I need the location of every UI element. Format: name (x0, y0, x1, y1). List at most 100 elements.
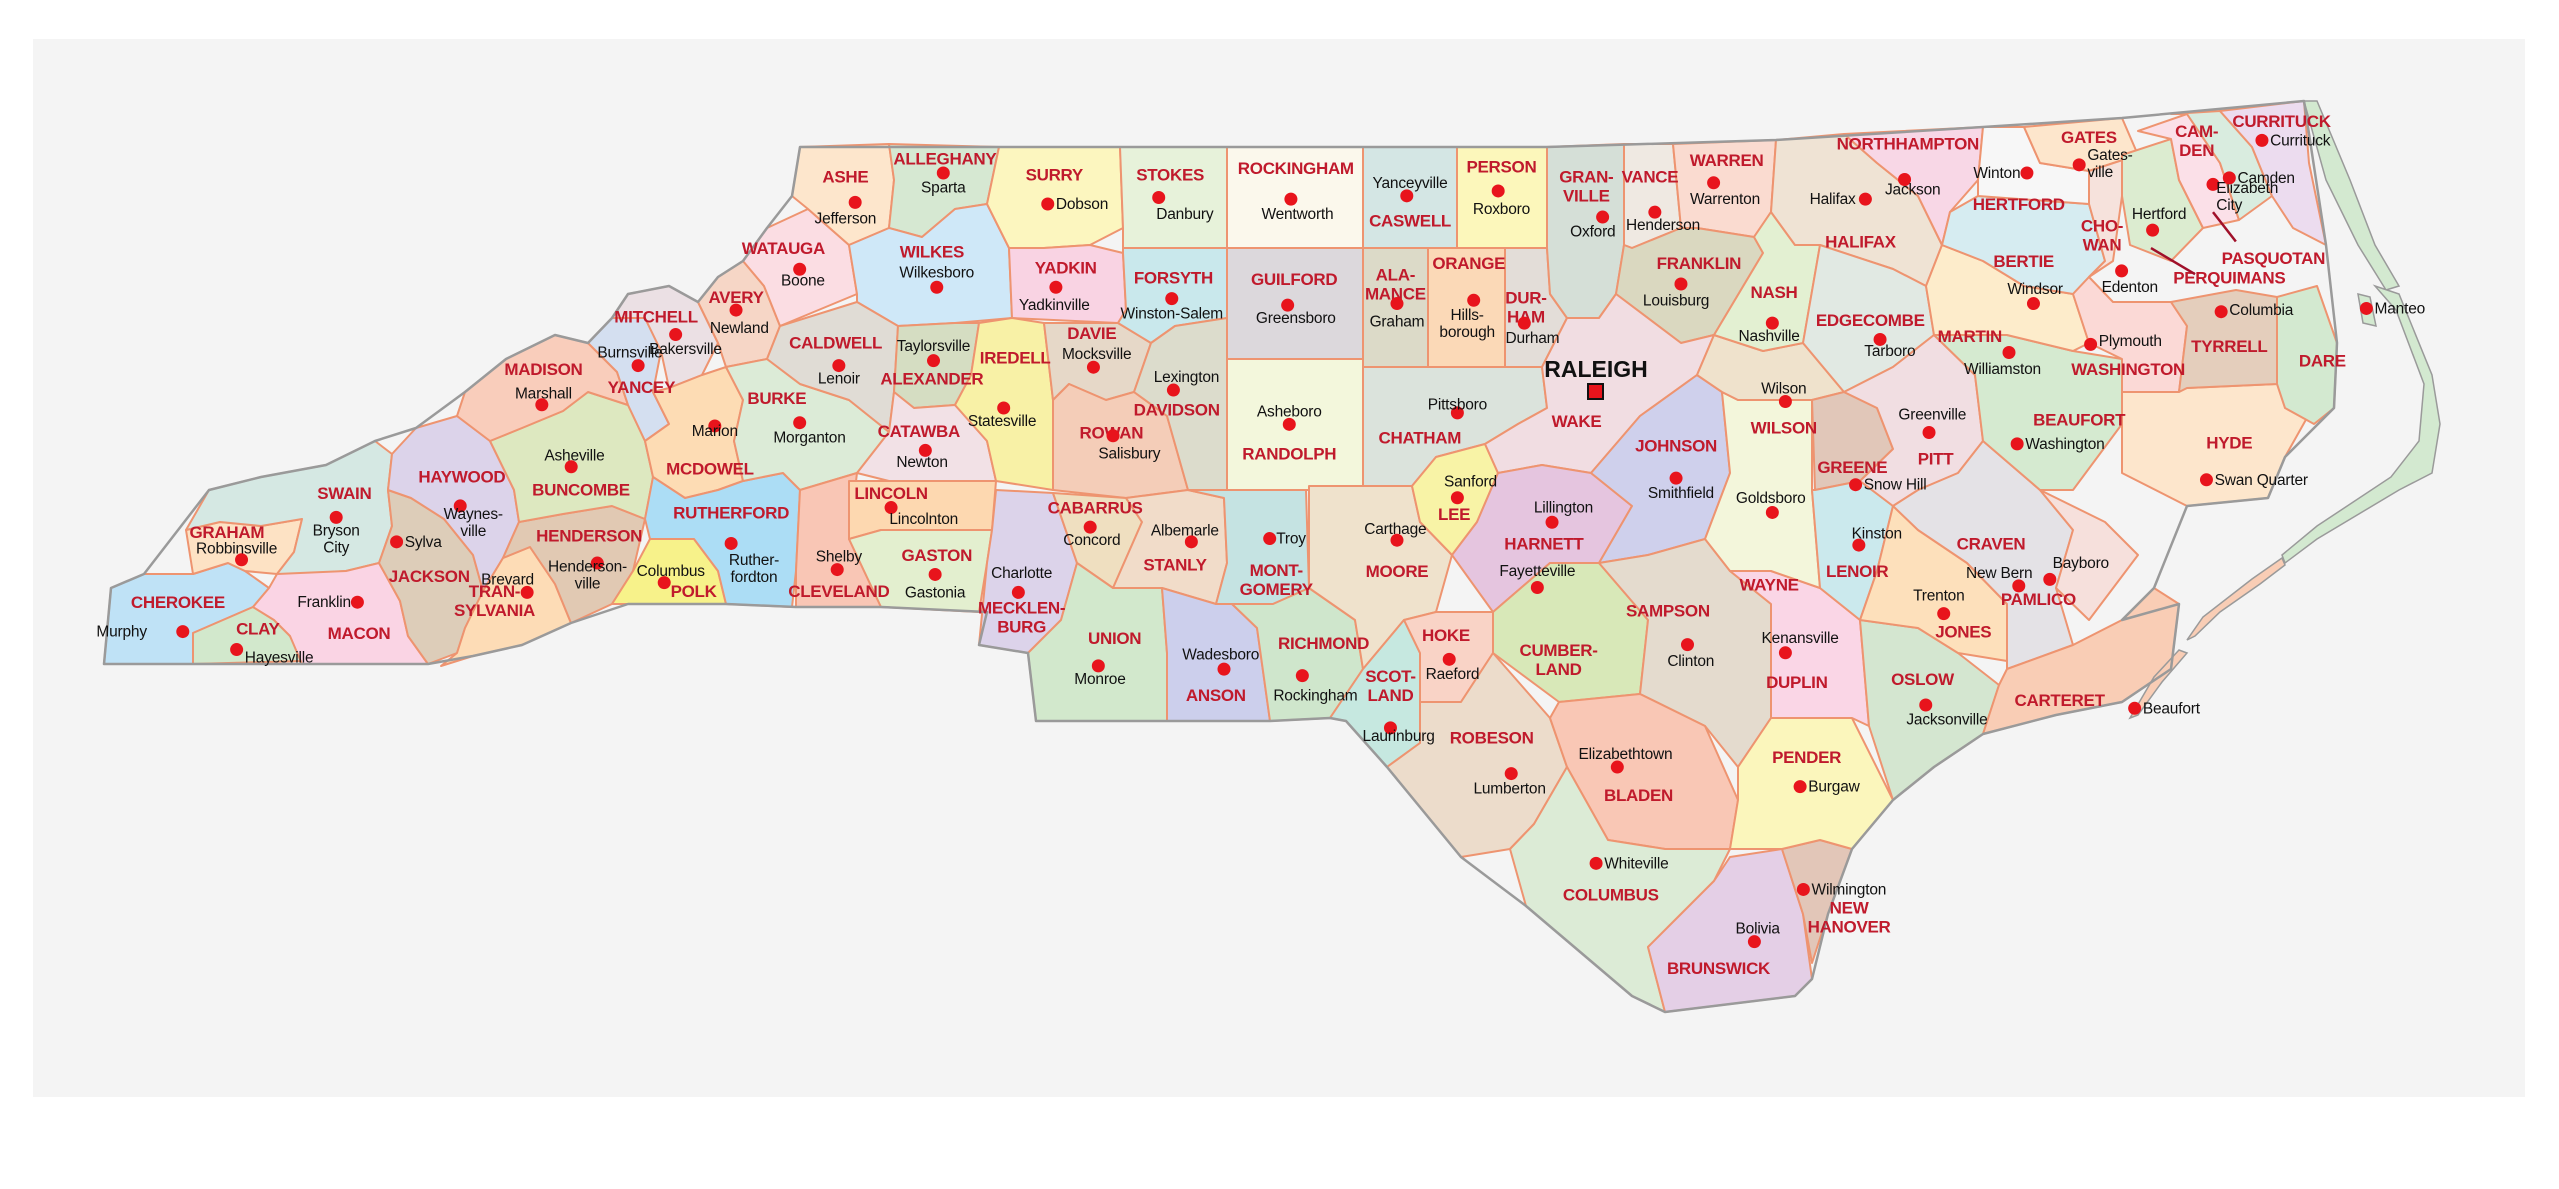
county-name: MCDOWEL (666, 459, 754, 478)
county-seat-dot-icon (1858, 192, 1872, 206)
county-seat-name: Laurinburg (1363, 728, 1435, 745)
county-seat-name: Warrenton (1690, 191, 1760, 208)
county-seat-name: Graham (1370, 314, 1425, 331)
county-name: BERTIE (1993, 252, 2054, 271)
county-seat-dot-icon (1778, 646, 1792, 660)
county-name: VANCE (1622, 167, 1679, 186)
county-name: BLADEN (1604, 786, 1673, 805)
county-seat-name: Mocksville (1062, 346, 1131, 363)
county-seat-name: Goldsboro (1736, 490, 1806, 507)
county-seat-name: Edenton (2102, 279, 2158, 296)
county-seat-name: Lenoir (818, 371, 860, 388)
county-name: RICHMOND (1278, 634, 1369, 653)
county-name: MACON (328, 624, 391, 643)
county-name: FRANKLIN (1657, 254, 1741, 273)
county-seat-dot-icon (1011, 585, 1025, 599)
county-name: CRAVEN (1957, 534, 2026, 553)
county-name: JONES (1935, 623, 1991, 642)
county-seat-name: Raeford (1426, 666, 1480, 683)
county-seat-dot-icon (1263, 532, 1277, 546)
county-name: GRAHAM (189, 523, 264, 542)
county-seat-name: Halifax (1810, 191, 1856, 208)
county-seat-name: Columbus (637, 563, 706, 580)
county-seat-name: Taylorsville (897, 338, 970, 355)
county-seat-name: Camden (2237, 170, 2294, 187)
county-label-group: WAKE (1552, 412, 1602, 431)
county-name: FORSYTH (1134, 268, 1213, 287)
county-name: MONT- (1250, 561, 1303, 580)
county-stokes[interactable] (1119, 146, 1228, 249)
county-seat-name: Asheville (544, 447, 604, 464)
county-name: RUTHERFORD (673, 503, 789, 522)
county-seat-dot-icon (1517, 316, 1531, 330)
county-seat-dot-icon (2214, 305, 2228, 319)
county-seat-dot-icon (1680, 638, 1694, 652)
county-name: WATAUGA (742, 239, 825, 258)
county-name: WILSON (1751, 419, 1817, 438)
county-seat-dot-icon (2128, 701, 2142, 715)
county-seat-dot-icon (669, 328, 683, 342)
county-name: PITT (1918, 450, 1955, 469)
county-seat-name: Robbinsville (196, 540, 277, 557)
county-seat-dot-icon (2199, 473, 2213, 487)
north-carolina-county-map: CHEROKEE Murphy CLAY Hayesville GRAHAMRobbin… (96, 99, 2441, 1014)
county-name: SWAIN (317, 484, 371, 503)
county-seat-dot-icon (1106, 429, 1120, 443)
county-name: HANOVER (1808, 918, 1891, 937)
county-seat-name: Trenton (1913, 588, 1964, 605)
county-seat-dot-icon (1152, 190, 1166, 204)
county-name: SCOT- (1365, 667, 1415, 686)
county-name: CASWELL (1369, 211, 1451, 230)
county-seat-name: Franklin (297, 594, 351, 611)
county-name: DAVIE (1067, 324, 1116, 343)
county-seat-dot-icon (1796, 882, 1810, 896)
county-seat-dot-icon (2084, 337, 2098, 351)
county-seat-name: ville (2087, 164, 2113, 181)
county-seat-name: Durham (1505, 330, 1559, 347)
county-name: PERSON (1466, 157, 1536, 176)
county-name: LINCOLN (854, 484, 927, 503)
county-name: HARNETT (1504, 534, 1584, 553)
county-seat-name: Charlotte (991, 565, 1052, 582)
county-name: CURRITUCK (2232, 112, 2331, 131)
county-name: HAYWOOD (418, 468, 505, 487)
county-seat-dot-icon (793, 416, 807, 430)
county-seat-name: Wilkesboro (899, 265, 974, 282)
county-name: LAND (1367, 686, 1413, 705)
county-seat-dot-icon (1442, 652, 1456, 666)
county-name: CATAWBA (878, 422, 960, 441)
county-name: WAYNE (1739, 575, 1798, 594)
county-seat-name: Wentworth (1261, 206, 1333, 223)
county-name: CABARRUS (1048, 499, 1143, 518)
county-name: MARTIN (1938, 327, 2002, 346)
county-seat-name: Yanceyville (1373, 175, 1448, 192)
county-seat-name: Waynes- (444, 506, 503, 523)
county-seat-dot-icon (1450, 491, 1464, 505)
county-seat-name: fordton (731, 569, 778, 586)
county-seat-dot-icon (1589, 856, 1603, 870)
county-seat-name: Winton (1973, 165, 2020, 182)
county-name: EDGECOMBE (1816, 311, 1925, 330)
county-seat-dot-icon (2146, 223, 2160, 237)
county-seat-dot-icon (1041, 197, 1055, 211)
county-name: HERTFORD (1973, 195, 2065, 214)
county-name: GOMERY (1240, 580, 1314, 599)
county-seat-name: Albemarle (1151, 522, 1219, 539)
county-seat-name: Wilson (1761, 380, 1806, 397)
county-seat-dot-icon (927, 354, 941, 368)
county-seat-dot-icon (1596, 210, 1610, 224)
county-seat-name: Morganton (773, 429, 845, 446)
county-name: DARE (2299, 352, 2346, 371)
county-seat-name: Lincolnton (889, 511, 958, 528)
county-name: DUR- (1505, 288, 1546, 307)
county-name: ALA- (1376, 265, 1415, 284)
county-seat-dot-icon (1217, 662, 1231, 676)
county-seat-name: Murphy (96, 624, 147, 641)
county-name: WAKE (1552, 412, 1602, 431)
county-seat-name: Carthage (1364, 521, 1426, 538)
county-seat-dot-icon (2010, 437, 2024, 451)
county-guilford[interactable] (1226, 247, 1364, 360)
county-seat-dot-icon (2026, 297, 2040, 311)
county-name: HENDERSON (536, 526, 642, 545)
barrier-island (2186, 556, 2286, 641)
